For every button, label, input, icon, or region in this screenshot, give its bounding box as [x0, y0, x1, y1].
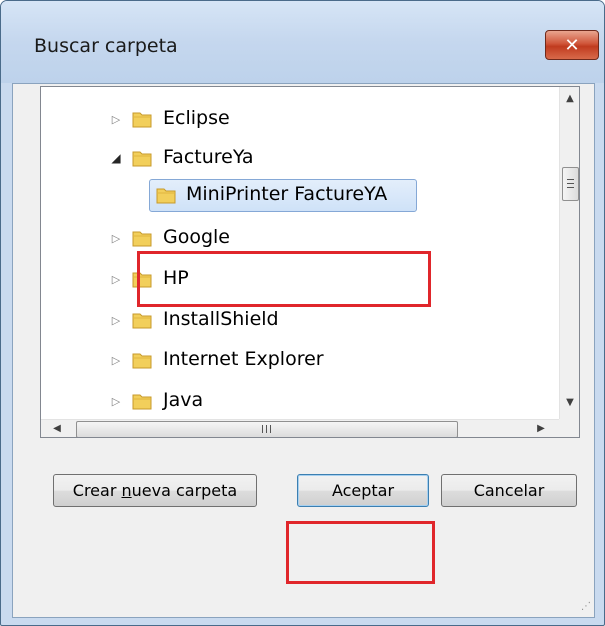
tree-item-label: MiniPrinter FactureYA — [186, 183, 388, 205]
new-folder-mnemonic: n — [121, 481, 132, 500]
scrollbar-corner — [559, 419, 579, 437]
expand-icon[interactable]: ▷ — [109, 230, 123, 246]
grip-line — [266, 425, 267, 433]
expand-icon[interactable]: ▷ — [109, 352, 123, 368]
tree-item-factureya[interactable]: ◢ FactureYa — [41, 143, 557, 173]
tree-item-miniprinter-factureya[interactable]: MiniPrinter FactureYA — [41, 180, 557, 210]
new-folder-label-prefix: Crear — [72, 481, 122, 500]
grip-line — [567, 187, 574, 188]
grip-line — [567, 179, 574, 180]
tree-item-label: Eclipse — [163, 107, 230, 129]
folder-icon — [156, 188, 176, 204]
close-icon: ✕ — [564, 34, 580, 56]
close-button[interactable]: ✕ — [545, 30, 599, 60]
tree-item-google[interactable]: ▷ Google — [41, 223, 557, 253]
tree-item-label: InstallShield — [163, 308, 279, 330]
dialog-title: Buscar carpeta — [34, 35, 178, 57]
scroll-up-icon[interactable]: ▲ — [560, 93, 579, 104]
vertical-scrollbar[interactable]: ▲ ▼ — [559, 87, 579, 419]
expand-icon[interactable]: ▷ — [109, 312, 123, 328]
expand-icon[interactable]: ▷ — [109, 393, 123, 409]
new-folder-button[interactable]: Crear n ueva carpeta — [53, 474, 257, 507]
tree-item-label: Java — [163, 389, 204, 411]
resize-grip-icon[interactable]: ⋰ — [581, 601, 591, 612]
cancel-button-label: Cancelar — [473, 481, 545, 500]
horizontal-scrollbar[interactable]: ◀ ▶ — [41, 419, 559, 437]
grip-line — [270, 425, 271, 433]
folder-icon — [132, 353, 152, 369]
collapse-icon[interactable]: ◢ — [109, 150, 123, 166]
expand-icon[interactable]: ▷ — [109, 271, 123, 287]
horizontal-scroll-thumb[interactable] — [76, 421, 458, 437]
tree-item-eclipse[interactable]: ▷ Eclipse — [41, 104, 557, 134]
ok-button-highlight-box — [286, 521, 435, 584]
tree-item-installshield[interactable]: ▷ InstallShield — [41, 305, 557, 335]
vertical-scroll-thumb[interactable] — [562, 167, 579, 201]
scroll-left-icon[interactable]: ◀ — [47, 423, 67, 434]
tree-item-label: Internet Explorer — [163, 348, 324, 370]
folder-icon — [132, 394, 152, 410]
folder-icon — [132, 151, 152, 167]
tree-item-internet-explorer[interactable]: ▷ Internet Explorer — [41, 345, 557, 375]
title-bar[interactable]: Buscar carpeta ✕ — [1, 1, 604, 83]
folder-icon — [132, 231, 152, 247]
scroll-down-icon[interactable]: ▼ — [560, 397, 579, 408]
tree-item-java[interactable]: ▷ Java — [41, 386, 557, 416]
browse-folder-dialog: Buscar carpeta ✕ ▷ Eclipse ◢ FactureYa M… — [0, 0, 605, 626]
tree-item-label: Google — [163, 226, 231, 248]
tree-item-label: FactureYa — [163, 146, 254, 168]
grip-line — [567, 183, 574, 184]
folder-icon — [132, 112, 152, 128]
grip-line — [262, 425, 263, 433]
ok-button[interactable]: Aceptar — [297, 474, 429, 507]
cancel-button[interactable]: Cancelar — [441, 474, 577, 507]
scroll-right-icon[interactable]: ▶ — [531, 423, 551, 434]
new-folder-label-suffix: ueva carpeta — [131, 481, 238, 500]
selected-item-highlight-box — [137, 251, 431, 307]
expand-icon[interactable]: ▷ — [109, 111, 123, 127]
folder-icon — [132, 313, 152, 329]
ok-button-label: Aceptar — [331, 481, 395, 500]
